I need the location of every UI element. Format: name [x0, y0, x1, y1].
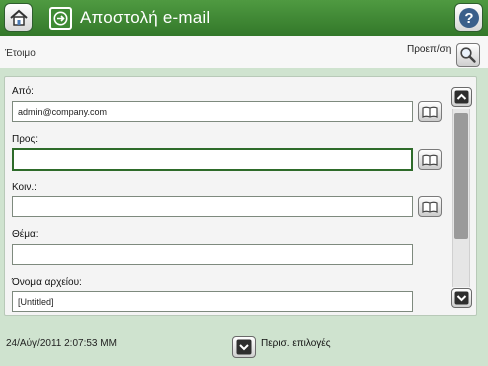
help-button[interactable]: ?	[454, 3, 483, 32]
more-options-label[interactable]: Περισ. επιλογές	[261, 338, 331, 349]
cc-address-book-button[interactable]	[418, 196, 442, 217]
home-button[interactable]	[4, 3, 33, 32]
from-label: Από:	[12, 86, 34, 97]
more-options-button[interactable]	[232, 336, 256, 358]
page-title: Αποστολή e-mail	[80, 8, 211, 27]
svg-text:?: ?	[464, 10, 473, 27]
cc-label: Κοιν.:	[12, 182, 37, 193]
email-send-icon	[49, 7, 72, 30]
date-time: 24/Αύγ/2011 2:07:53 MM	[6, 338, 117, 349]
address-book-icon	[422, 106, 438, 118]
help-icon: ?	[459, 8, 479, 28]
cc-field[interactable]	[12, 196, 413, 217]
to-address-book-button[interactable]	[418, 149, 442, 170]
file-name-field[interactable]: [Untitled]	[12, 291, 413, 312]
address-book-icon	[422, 201, 438, 213]
preview-button[interactable]	[456, 43, 480, 67]
status-text: Έτοιμο	[5, 48, 36, 59]
from-address-book-button[interactable]	[418, 101, 442, 122]
subject-field[interactable]	[12, 244, 413, 265]
file-name-label: Όνομα αρχείου:	[12, 277, 82, 288]
scroll-up-button[interactable]	[451, 87, 472, 107]
chevron-down-icon	[454, 291, 469, 305]
from-field[interactable]: admin@company.com	[12, 101, 413, 122]
to-field[interactable]	[12, 148, 413, 171]
chevron-down-icon	[236, 339, 252, 355]
chevron-up-icon	[454, 90, 469, 104]
home-icon	[10, 9, 28, 26]
preview-label: Προεπ/ση	[407, 44, 452, 55]
status-bar: Έτοιμο Προεπ/ση	[0, 36, 488, 68]
address-book-icon	[422, 154, 438, 166]
scroll-down-button[interactable]	[451, 288, 472, 308]
magnifier-icon	[460, 47, 476, 63]
subject-label: Θέμα:	[12, 229, 39, 240]
title-bar	[0, 0, 488, 36]
scroll-thumb[interactable]	[454, 113, 468, 239]
to-label: Προς:	[12, 134, 39, 145]
